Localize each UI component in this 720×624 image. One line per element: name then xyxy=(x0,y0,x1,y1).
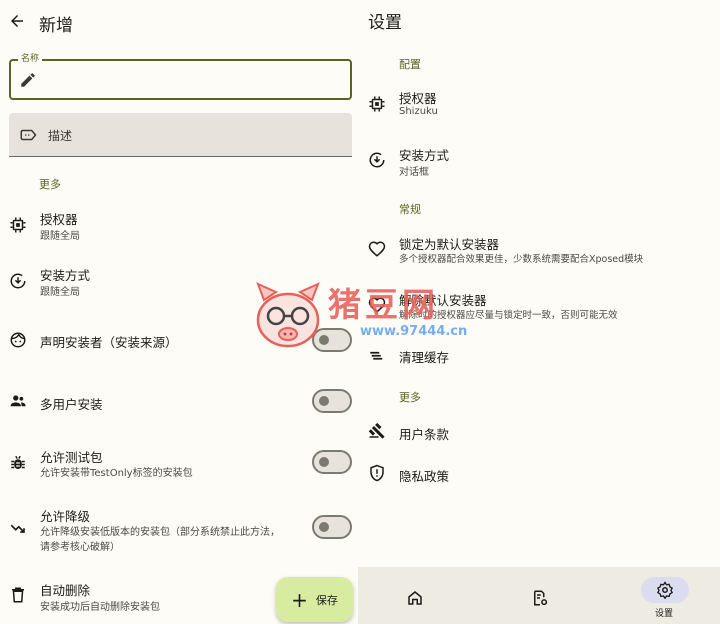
pencil-icon xyxy=(19,71,37,89)
item-title: 自动删除 xyxy=(40,583,91,598)
group-icon xyxy=(9,392,27,410)
section-more: 更多 xyxy=(39,178,61,191)
settings-icon[interactable] xyxy=(656,581,674,599)
install-icon xyxy=(9,272,27,290)
section-more-settings: 更多 xyxy=(399,391,421,404)
item-subtitle: Shizuku xyxy=(399,106,438,117)
item-subtitle: 对话框 xyxy=(399,167,429,178)
description-placeholder: 描述 xyxy=(48,129,73,143)
item-title: 授权器 xyxy=(399,91,437,106)
item-subtitle: 跟随全局 xyxy=(40,287,80,298)
gavel-icon xyxy=(368,422,386,440)
save-button-label: 保存 xyxy=(315,593,338,607)
allow-test-switch[interactable] xyxy=(312,450,352,474)
face-icon xyxy=(9,331,27,349)
item-subtitle: 多个授权器配合效果更佳，少数系统需要配合Xposed模块 xyxy=(399,254,644,265)
shield-icon xyxy=(368,464,386,482)
item-title: 多用户安装 xyxy=(40,397,103,412)
heart-outline-icon xyxy=(368,296,386,314)
label-icon xyxy=(19,126,37,144)
allow-downgrade-switch[interactable] xyxy=(312,515,352,539)
item-subtitle-line2: 请参考核心破解） xyxy=(40,542,120,553)
item-subtitle: 解除时的授权器应尽量与锁定时一致，否则可能无效 xyxy=(399,310,618,321)
item-subtitle: 允许安装带TestOnly标签的安装包 xyxy=(40,468,193,479)
clear-icon xyxy=(368,346,386,364)
item-title: 清理缓存 xyxy=(399,350,450,365)
page-title: 新增 xyxy=(39,16,73,36)
install-icon xyxy=(368,151,386,169)
chip-icon xyxy=(9,216,27,234)
declare-installer-switch[interactable] xyxy=(312,328,352,352)
item-title: 用户条款 xyxy=(399,427,450,442)
apps-settings-icon[interactable] xyxy=(531,589,549,607)
item-subtitle: 安装成功后自动删除安装包 xyxy=(40,602,160,613)
item-title: 安装方式 xyxy=(40,268,91,283)
arrow-back-icon[interactable] xyxy=(8,12,26,30)
name-field[interactable] xyxy=(9,59,352,100)
bottom-navigation: 设置 xyxy=(358,567,720,624)
settings-nav-label: 设置 xyxy=(655,609,674,619)
item-subtitle: 允许降级安装低版本的安装包（部分系统禁止此方法， xyxy=(40,527,280,538)
add-profile-pane: 新增 名称 描述 更多 授权器 跟随全局 安装方式 跟随全局 声明安装者（安装来… xyxy=(0,0,358,624)
save-button[interactable]: + 保存 xyxy=(276,577,353,622)
item-title: 授权器 xyxy=(40,212,78,227)
item-title: 安装方式 xyxy=(399,148,450,163)
item-title: 声明安装者（安装来源） xyxy=(40,335,178,350)
item-subtitle: 跟随全局 xyxy=(40,231,80,242)
chip-icon xyxy=(368,95,386,113)
section-general: 常规 xyxy=(399,203,421,216)
plus-icon: + xyxy=(291,587,308,612)
home-icon[interactable] xyxy=(406,589,424,607)
settings-pane: 设置 配置 授权器 Shizuku 安装方式 对话框 常规 锁定为默认安装器 多… xyxy=(358,0,720,624)
settings-title: 设置 xyxy=(368,13,402,33)
section-config: 配置 xyxy=(399,58,421,71)
item-title: 隐私政策 xyxy=(399,469,450,484)
trash-icon xyxy=(9,586,27,604)
heart-icon xyxy=(368,240,386,258)
multi-user-switch[interactable] xyxy=(312,389,352,413)
trend-down-icon xyxy=(9,520,27,538)
bug-icon xyxy=(9,454,27,472)
name-field-label: 名称 xyxy=(18,51,43,64)
